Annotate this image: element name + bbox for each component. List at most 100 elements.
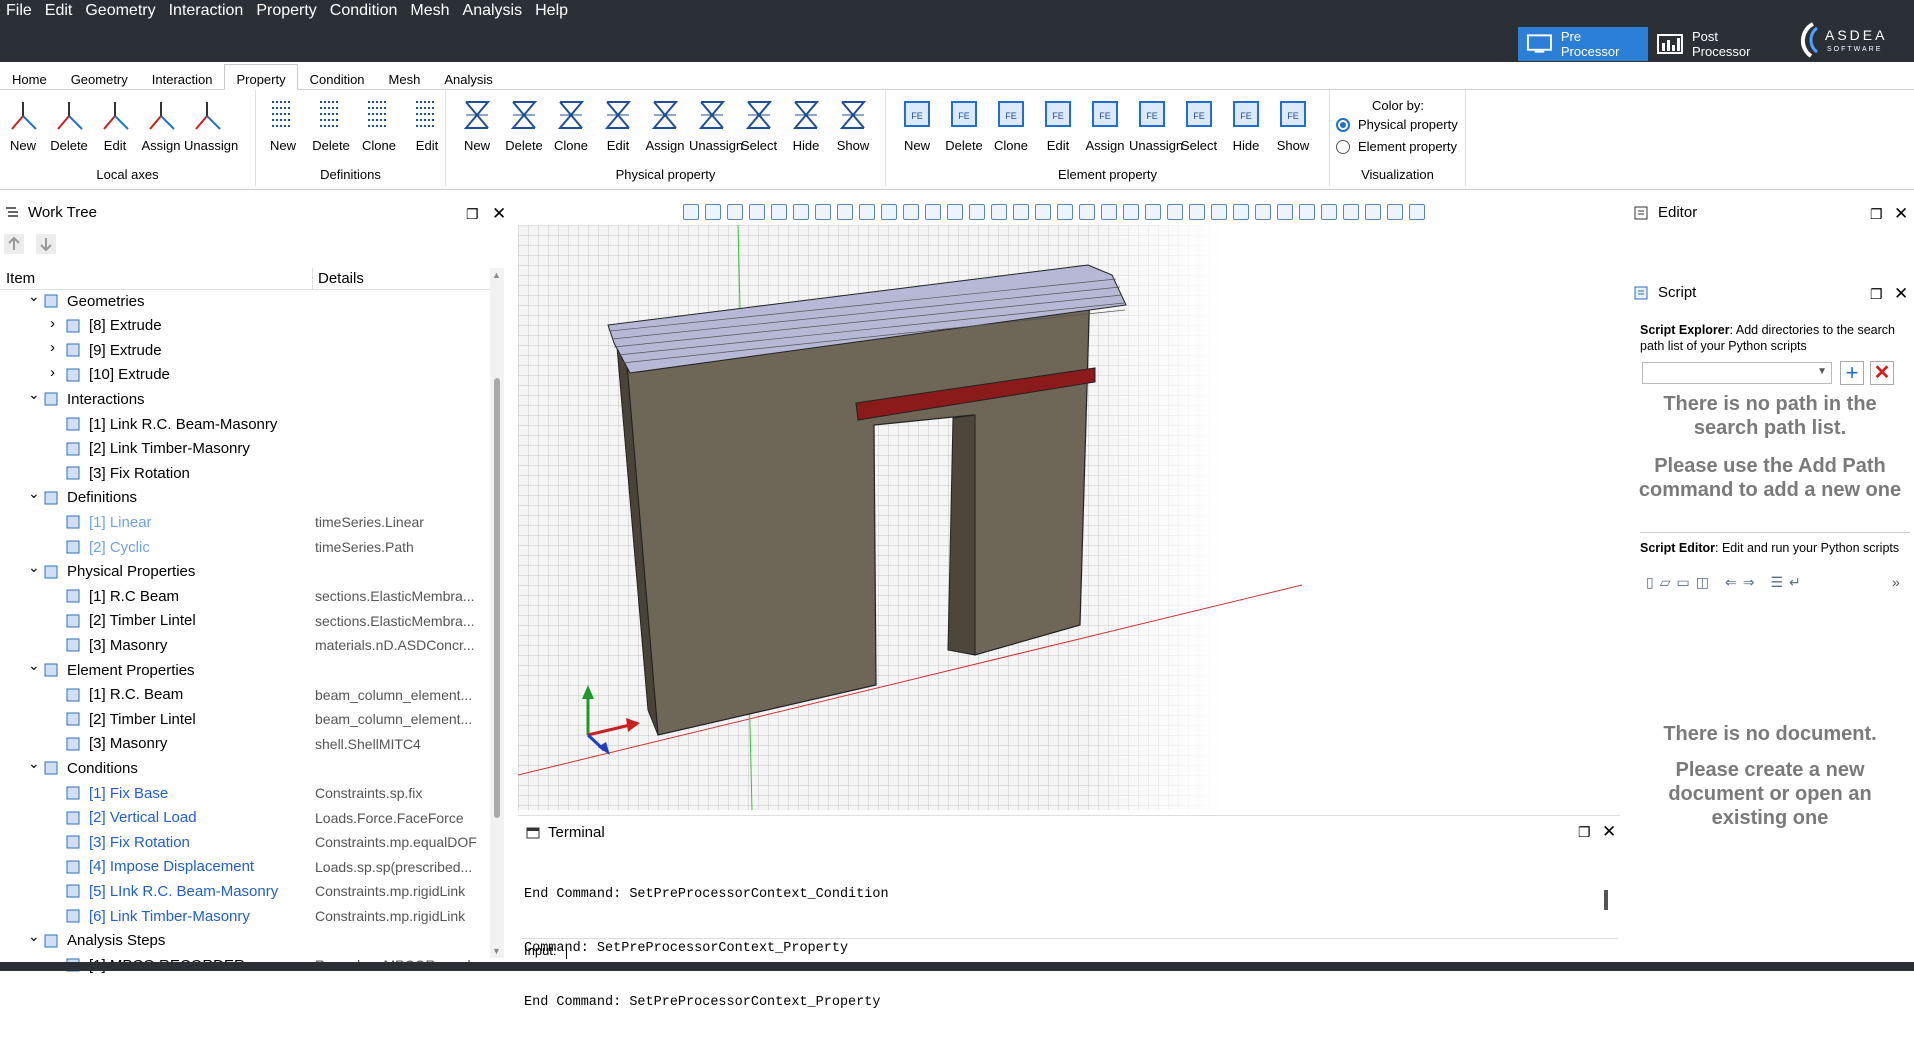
restore-icon[interactable]: ❐ [1870,206,1883,223]
view-tool-icon[interactable] [815,204,831,220]
local-axes-new-button[interactable]: New [0,96,46,153]
remove-path-icon[interactable]: ✕ [1870,361,1894,385]
tree-item[interactable]: [1] Fix Base [64,782,168,804]
tree-item[interactable]: [2] Cyclic [64,536,150,558]
chevron-down-icon[interactable]: ⌄ [28,485,40,501]
view-tool-icon[interactable] [859,204,875,220]
view-tool-icon[interactable] [1189,204,1205,220]
view-tool-icon[interactable] [749,204,765,220]
view-tool-icon[interactable] [683,204,699,220]
radio-element-property[interactable]: Element property [1336,139,1457,154]
tree-item[interactable]: [5] LInk R.C. Beam-Masonry [64,880,278,902]
view-tool-icon[interactable] [1299,204,1315,220]
menu-edit[interactable]: Edit [39,0,80,24]
close-icon[interactable]: ✕ [492,204,506,224]
tree-group[interactable]: ⌄ Definitions [28,485,137,509]
element-property-delete-button[interactable]: FE Delete [941,96,987,153]
open-file-icon[interactable]: ▱ [1660,574,1671,591]
element-property-show-button[interactable]: FE Show [1270,96,1316,153]
local-axes-edit-button[interactable]: Edit [92,96,138,153]
element-property-clone-button[interactable]: FE Clone [988,96,1034,153]
move-up-icon[interactable] [4,234,24,254]
view-tool-icon[interactable] [1365,204,1381,220]
pre-processor-button[interactable]: Pre Processor [1518,27,1648,61]
tree-scrollbar[interactable]: ▲ ▼ [490,268,504,958]
tree-item[interactable]: [3] Masonry [64,733,167,755]
view-tool-icon[interactable] [1123,204,1139,220]
tree-item[interactable]: [4] Impose Displacement [64,856,254,878]
tree-item[interactable]: [3] Masonry [64,634,167,656]
view-tool-icon[interactable] [1145,204,1161,220]
tab-interaction[interactable]: Interaction [140,64,225,89]
view-tool-icon[interactable] [771,204,787,220]
view-tool-icon[interactable] [1211,204,1227,220]
chevron-down-icon[interactable]: ⌄ [28,386,40,402]
view-tool-icon[interactable] [705,204,721,220]
tree-group[interactable]: ⌄ Element Properties [28,657,195,681]
physical-property-edit-button[interactable]: Edit [595,96,641,153]
terminal-input[interactable]: Input: [522,938,1618,960]
definitions-clone-button[interactable]: Clone [356,96,402,153]
tab-geometry[interactable]: Geometry [59,64,140,89]
view-tool-icon[interactable] [1255,204,1271,220]
view-tool-icon[interactable] [1233,204,1249,220]
physical-property-unassign-button[interactable]: Unassign [689,96,743,153]
chevron-down-icon[interactable]: ⌄ [28,559,40,575]
physical-property-hide-button[interactable]: Hide [783,96,829,153]
tree-item[interactable]: [2] Link Timber-Masonry [64,438,250,460]
element-property-assign-button[interactable]: FE Assign [1082,96,1128,153]
tree-group[interactable]: ⌄ Conditions [28,755,138,779]
physical-property-show-button[interactable]: Show [830,96,876,153]
undo-icon[interactable]: ⇐ [1725,574,1737,591]
tree-item[interactable]: [6] Link Timber-Masonry [64,905,250,927]
tree-group[interactable]: ⌄ Interactions [28,386,145,410]
tree-item[interactable]: [1] R.C Beam [64,585,179,607]
chevron-down-icon[interactable]: ⌄ [28,288,40,304]
view-tool-icon[interactable] [1321,204,1337,220]
view-tool-icon[interactable] [947,204,963,220]
chevron-down-icon[interactable]: ⌄ [28,657,40,673]
menu-file[interactable]: File [0,0,39,24]
view-tool-icon[interactable] [903,204,919,220]
view-tool-icon[interactable] [1409,204,1425,220]
view-tool-icon[interactable] [1013,204,1029,220]
local-axes-assign-button[interactable]: Assign [138,96,184,153]
element-property-new-button[interactable]: FE New [894,96,940,153]
view-tool-icon[interactable] [793,204,809,220]
view-tool-icon[interactable] [1167,204,1183,220]
radio-physical-property[interactable]: Physical property [1336,117,1458,132]
save-all-icon[interactable]: ◫ [1696,574,1709,591]
view-tool-icon[interactable] [969,204,985,220]
tree-item[interactable]: [2] Timber Lintel [64,708,196,730]
scrollbar-thumb[interactable] [494,378,500,818]
tree-item[interactable]: [3] Fix Rotation [64,831,190,853]
chevron-down-icon[interactable]: ⌄ [28,755,40,771]
definitions-delete-button[interactable]: Delete [308,96,354,153]
terminal-scrollbar-thumb[interactable] [1604,890,1608,910]
element-property-select-button[interactable]: FE Select [1176,96,1222,153]
tree-item[interactable]: [1] Linear [64,511,152,533]
chevron-right-icon[interactable]: › [50,315,60,332]
run-icon[interactable]: ↵ [1789,574,1801,591]
view-tool-icon[interactable] [1079,204,1095,220]
tree-item[interactable]: [1] Link R.C. Beam-Masonry [64,413,277,435]
element-property-edit-button[interactable]: FE Edit [1035,96,1081,153]
3d-viewport[interactable] [518,225,1302,810]
view-tool-icon[interactable] [1277,204,1293,220]
physical-property-delete-button[interactable]: Delete [501,96,547,153]
tree-item[interactable]: [3] Fix Rotation [64,462,190,484]
view-tool-icon[interactable] [881,204,897,220]
view-tool-icon[interactable] [1343,204,1359,220]
more-icon[interactable]: » [1892,574,1900,590]
chevron-down-icon[interactable]: ⌄ [28,928,40,944]
close-icon[interactable]: ✕ [1894,284,1908,304]
view-tool-icon[interactable] [1035,204,1051,220]
chevron-right-icon[interactable]: › [50,364,60,381]
restore-icon[interactable]: ❐ [466,206,479,223]
menu-analysis[interactable]: Analysis [457,0,530,24]
tree-item[interactable]: [2] Vertical Load [64,807,197,829]
menu-condition[interactable]: Condition [324,0,405,24]
physical-property-clone-button[interactable]: Clone [548,96,594,153]
move-down-icon[interactable] [36,234,56,254]
tree-item[interactable]: › [8] Extrude [50,315,162,337]
